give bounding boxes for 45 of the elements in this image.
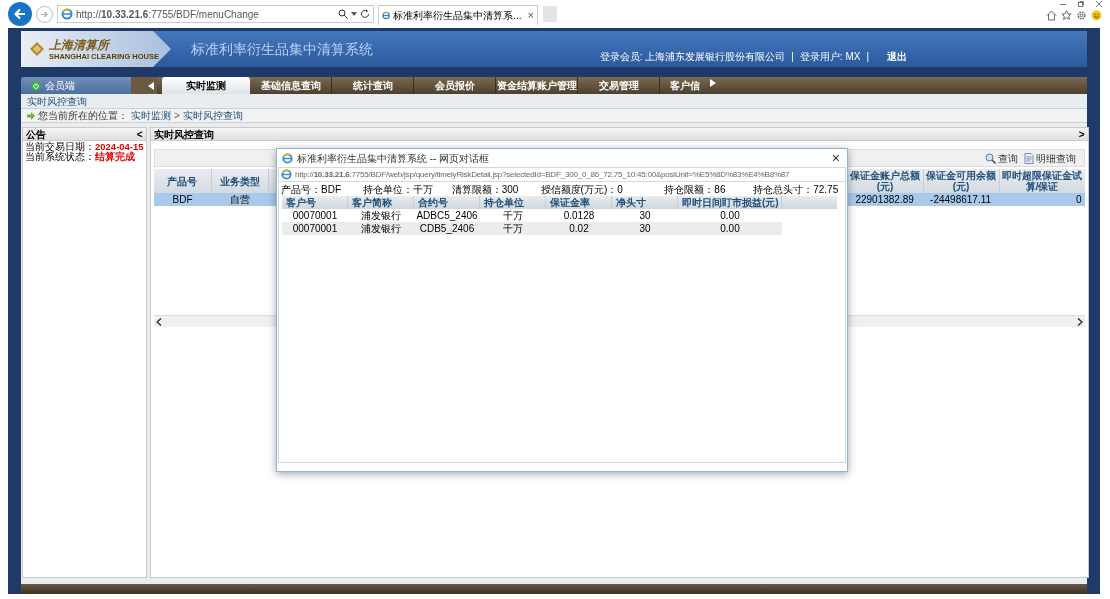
- login-user: 登录用户: MX: [799, 49, 861, 64]
- table-cell-text: 30: [638, 222, 652, 235]
- panel-title: 实时风控查询: [153, 127, 214, 142]
- table-cell-text: -24498617.11: [929, 193, 993, 206]
- table-cell-text: 浦发银行: [360, 222, 402, 235]
- table-cell-text: CDB5_2406: [418, 222, 476, 235]
- table-cell-text: ADBC5_2406: [415, 209, 479, 222]
- table-cell-text: 0.02: [568, 222, 590, 235]
- table-cell-text: 0.00: [719, 209, 741, 222]
- info-field: 持仓单位：千万: [362, 181, 448, 197]
- table-cell-text: 22901382.89: [854, 193, 915, 206]
- table-cell-text: 0.00: [719, 222, 741, 235]
- table-cell-text: 浦发银行: [360, 209, 402, 222]
- member-side-label: 会员端: [45, 79, 75, 93]
- info-field: 产品号：BDF: [281, 181, 359, 197]
- table-cell-text: 0: [1075, 193, 1083, 206]
- table-cell-text: 30: [638, 209, 652, 222]
- notice-label: 当前系统状态：: [25, 152, 95, 162]
- notice-value: 结算完成: [95, 152, 135, 162]
- info-field: 清算限额：300: [451, 181, 537, 197]
- table-cell-text: BDF: [171, 193, 194, 206]
- dialog-title: 标准利率衍生品集中清算系统 -- 网页对话框: [297, 151, 490, 166]
- login-member: 登录会员: 上海浦东发展银行股份有限公司: [599, 49, 786, 64]
- logo-text: 上海清算所: [49, 37, 112, 52]
- address-text: http://10.33.21.6:7755/BDF/menuChange: [76, 7, 259, 22]
- info-field: 持仓限额：86: [664, 181, 750, 197]
- notice-label: 当前交易日期：: [25, 142, 95, 152]
- location-label: 您当前所在的位置：: [38, 109, 128, 123]
- breadcrumb-separator: >: [174, 109, 180, 123]
- page-title: 实时风控查询: [27, 94, 87, 109]
- info-field: 持仓总头寸：72.75: [753, 181, 843, 197]
- separator: |: [791, 49, 794, 64]
- info-field: 授信额度(万元)：0: [540, 181, 661, 197]
- tab-title: 标准利率衍生品集中清算系...: [393, 9, 522, 23]
- table-cell-text: 00070001: [291, 222, 339, 235]
- dialog-url: http://10.33.21.6:7755/BDF/web/jsp/query/timelyRiskDetail.jsp?selectedId=BDF_300_0_86_72.75_10:45:00&posiUnit=%E5%8D%83%E4%B8%87: [295, 168, 790, 181]
- table-cell-text: 千万: [502, 209, 524, 222]
- panel-title: 公告: [26, 127, 46, 141]
- system-title: 标准利率衍生品集中清算系统: [191, 39, 373, 59]
- table-cell-text: 自营: [229, 193, 252, 206]
- separator: |: [866, 49, 869, 64]
- table-cell-text: 00070001: [291, 209, 339, 222]
- notice-value: 2024-04-15: [95, 142, 144, 152]
- table-cell-text: 千万: [502, 222, 524, 235]
- table-cell-text: 0.0128: [562, 209, 596, 222]
